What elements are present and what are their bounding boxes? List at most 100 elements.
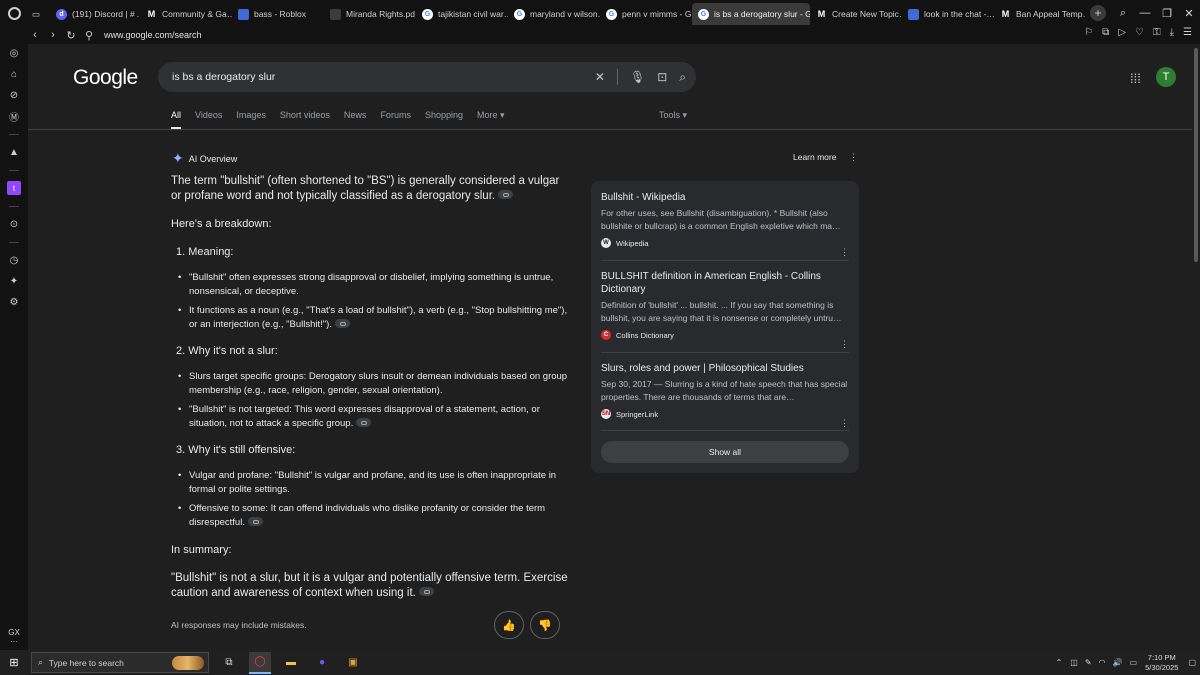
url-field[interactable]: www.google.com/search	[104, 30, 202, 40]
browser-tab[interactable]: Gtajikistan civil war…	[416, 3, 508, 25]
windows-start-icon[interactable]: ⊞	[0, 656, 28, 669]
google-icon: G	[606, 8, 617, 20]
google-logo[interactable]: Google	[73, 66, 138, 90]
task-view-icon[interactable]: ⧉	[218, 652, 240, 674]
file-explorer-icon[interactable]: ▬	[280, 652, 302, 674]
twitch-icon[interactable]: t	[7, 181, 21, 195]
browser-tab[interactable]: M Community & Ga…	[140, 3, 232, 25]
new-tab-button[interactable]: +	[1090, 5, 1106, 21]
tab-search-icon[interactable]: ⌕	[1114, 7, 1132, 20]
opera-gx-taskbar-icon[interactable]: ◯	[249, 651, 271, 674]
battery-icon[interactable]: ▭	[1130, 658, 1138, 667]
link-chip-icon[interactable]	[247, 516, 263, 526]
tab-workspaces-icon[interactable]: ▭	[28, 3, 50, 25]
download-icon[interactable]: ⤓	[1170, 27, 1174, 38]
snapshot-icon[interactable]: ⧉	[1102, 27, 1109, 38]
tab-more[interactable]: More ▾	[477, 110, 505, 121]
location-pin-icon[interactable]: ⚲	[82, 29, 96, 42]
browser-tab[interactable]: Gis bs a derogatory slur - G…	[692, 3, 810, 25]
search-query[interactable]: is bs a derogatory slur	[172, 71, 275, 83]
source-title[interactable]: Bullshit - Wikipedia	[601, 191, 849, 204]
wifi-icon[interactable]: ◠	[1099, 658, 1106, 667]
tab-forums[interactable]: Forums	[380, 110, 411, 121]
menu-icon[interactable]: ☰	[1183, 27, 1192, 38]
browser-tab[interactable]: d (191) Discord | # …	[50, 3, 140, 25]
ai-overview-header: ✦ AI Overview	[172, 150, 237, 167]
opera-menu-icon[interactable]	[0, 0, 28, 26]
windows-taskbar: ⊞ ⌕ Type here to search ⧉ ◯ ▬ ● ▣ ⌃ ◫ ✎ …	[0, 650, 1200, 675]
robot-icon[interactable]: ⌂	[7, 67, 21, 81]
forward-icon[interactable]: ›	[46, 29, 60, 41]
browser-tab[interactable]: Miranda Rights.pd…	[324, 3, 416, 25]
tab-shopping[interactable]: Shopping	[425, 110, 463, 121]
gx-label[interactable]: GX ···	[0, 628, 28, 646]
sparkle-icon: ✦	[172, 150, 184, 166]
source-card[interactable]: BULLSHIT definition in American English …	[601, 270, 849, 349]
settings-icon[interactable]: ⚙	[7, 295, 21, 309]
arrow-app-icon[interactable]: ▲	[7, 145, 21, 159]
pin-icon[interactable]: ⚐	[1084, 27, 1093, 38]
notifications-icon[interactable]: ▢	[1188, 658, 1196, 667]
game-app-icon[interactable]: ▣	[342, 652, 364, 674]
show-all-button[interactable]: Show all	[601, 441, 849, 463]
lens-icon[interactable]: ⊡	[657, 70, 667, 84]
ai-icon[interactable]: ◎	[7, 46, 21, 60]
apps-grid-icon[interactable]: ⁞⁞⁞	[1130, 71, 1141, 86]
source-site: W Wikipedia	[601, 238, 849, 248]
search-icon[interactable]: ⌕	[679, 70, 686, 85]
slash-icon[interactable]: ⊘	[7, 88, 21, 102]
taskbar-search-box[interactable]: ⌕ Type here to search	[31, 652, 209, 673]
discord-taskbar-icon[interactable]: ●	[311, 652, 333, 674]
tools-button[interactable]: Tools ▾	[659, 110, 687, 121]
thumbs-down-button[interactable]: 👎	[530, 611, 560, 639]
history-icon[interactable]: ◷	[7, 253, 21, 267]
source-title[interactable]: BULLSHIT definition in American English …	[601, 270, 849, 296]
mic-icon[interactable]: 🎙	[630, 70, 645, 84]
thumbs-up-button[interactable]: 👍	[494, 611, 524, 639]
learn-more-link[interactable]: Learn more	[793, 152, 836, 162]
tab-videos[interactable]: Videos	[195, 110, 222, 121]
source-title[interactable]: Slurs, roles and power | Philosophical S…	[601, 362, 849, 375]
source-menu-icon[interactable]: ⋮	[840, 418, 849, 429]
extensions-icon[interactable]: ✦	[7, 274, 21, 288]
tab-short-videos[interactable]: Short videos	[280, 110, 330, 121]
wallet-icon[interactable]: ⚿	[1153, 27, 1161, 38]
volume-icon[interactable]: 🔊	[1113, 658, 1123, 667]
source-card[interactable]: Bullshit - Wikipedia For other uses, see…	[601, 191, 849, 257]
reload-icon[interactable]: ↻	[64, 29, 78, 42]
page-scrollbar[interactable]	[1192, 44, 1200, 650]
heart-icon[interactable]: ♡	[1135, 27, 1144, 38]
play-icon[interactable]: ▷	[1118, 27, 1126, 38]
clock[interactable]: 7:10 PM 5/30/2025	[1145, 653, 1178, 673]
search-input[interactable]: is bs a derogatory slur ✕ 🎙 ⊡ ⌕	[158, 62, 696, 92]
player-icon[interactable]: ⊙	[7, 217, 21, 231]
back-icon[interactable]: ‹	[28, 29, 42, 41]
network-icon[interactable]: ◫	[1070, 658, 1078, 667]
browser-tab[interactable]: look in the chat -…	[902, 3, 994, 25]
more-options-icon[interactable]: ⋮	[849, 152, 858, 163]
close-window-icon[interactable]: ✕	[1180, 7, 1198, 20]
avatar[interactable]: T	[1156, 67, 1176, 87]
minimize-icon[interactable]: —	[1136, 7, 1154, 19]
scrollbar-thumb[interactable]	[1194, 48, 1198, 262]
source-menu-icon[interactable]: ⋮	[840, 247, 849, 258]
clear-icon[interactable]: ✕	[595, 70, 605, 84]
link-chip-icon[interactable]	[498, 190, 514, 200]
link-chip-icon[interactable]	[356, 417, 372, 427]
pen-icon[interactable]: ✎	[1085, 658, 1092, 667]
tab-all[interactable]: All	[171, 110, 182, 129]
maximize-icon[interactable]: ❐	[1158, 7, 1176, 20]
browser-tab[interactable]: Gpenn v mimms - G…	[600, 3, 692, 25]
m-app-icon[interactable]: Ⓜ	[7, 109, 21, 124]
browser-tab[interactable]: M Ban Appeal Temp…	[994, 3, 1086, 25]
browser-tab[interactable]: M Create New Topic…	[810, 3, 902, 25]
show-hidden-icons[interactable]: ⌃	[1056, 658, 1063, 667]
source-menu-icon[interactable]: ⋮	[840, 339, 849, 350]
browser-tab[interactable]: bass - Roblox	[232, 3, 324, 25]
source-card[interactable]: Slurs, roles and power | Philosophical S…	[601, 362, 849, 428]
link-chip-icon[interactable]	[334, 318, 350, 328]
link-chip-icon[interactable]	[418, 587, 434, 597]
browser-tab[interactable]: Gmaryland v wilson…	[508, 3, 600, 25]
tab-images[interactable]: Images	[236, 110, 266, 121]
tab-news[interactable]: News	[344, 110, 367, 121]
